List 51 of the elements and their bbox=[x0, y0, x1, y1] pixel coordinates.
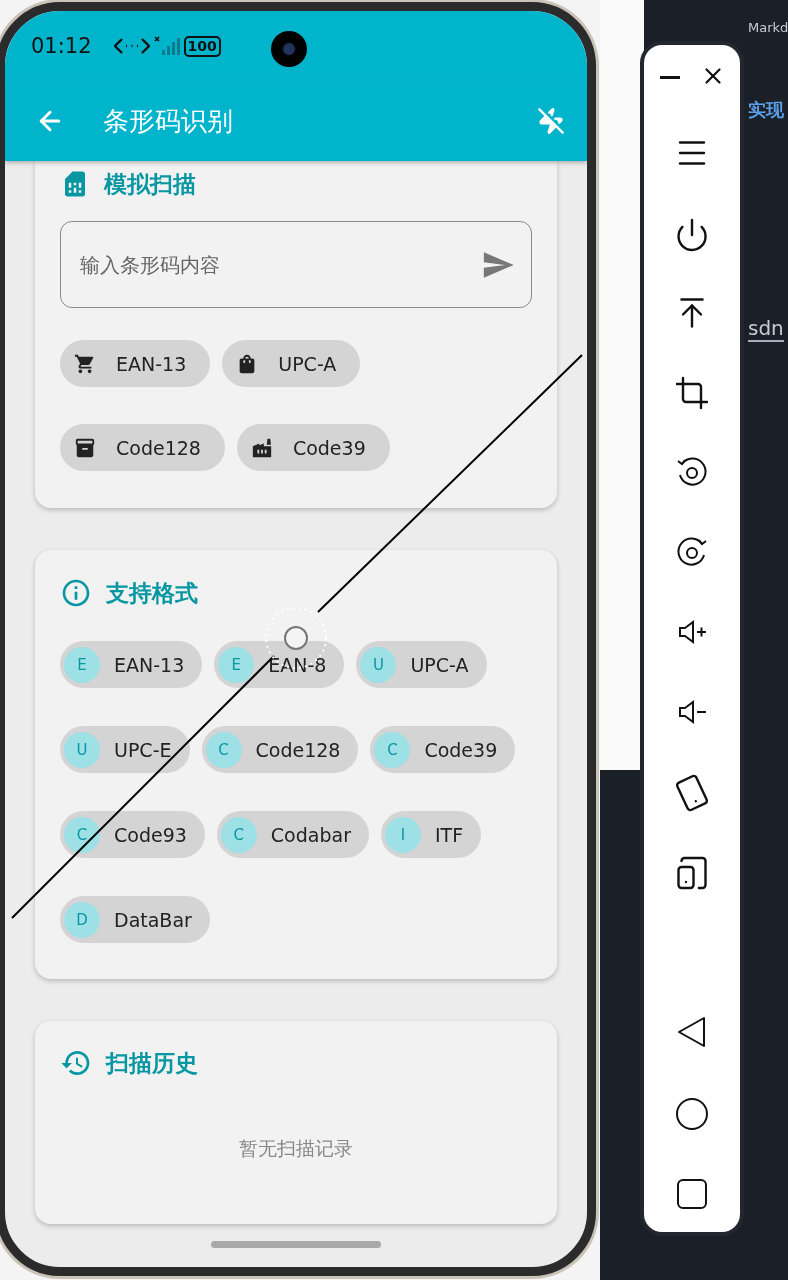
format-chip[interactable]: EAN-13 bbox=[60, 340, 211, 387]
card-title: 模拟扫描 bbox=[104, 169, 196, 199]
card-title: 扫描历史 bbox=[106, 1048, 198, 1078]
format-chip[interactable]: UPC-A bbox=[222, 340, 361, 387]
chip-avatar: I bbox=[384, 816, 421, 853]
format-chip[interactable]: Code128 bbox=[60, 424, 225, 471]
chip-avatar: E bbox=[218, 646, 255, 683]
chip-avatar: C bbox=[64, 816, 100, 853]
status-time: 01:12 bbox=[31, 34, 92, 58]
power-button[interactable] bbox=[674, 217, 710, 253]
signal-icon bbox=[153, 36, 180, 56]
format-chip[interactable]: C Code39 bbox=[370, 726, 516, 773]
minimize-icon bbox=[660, 76, 680, 79]
editor-tab[interactable]: Markd bbox=[748, 20, 788, 35]
info-icon bbox=[60, 577, 92, 609]
rotate-device-button[interactable] bbox=[674, 775, 710, 811]
code-brackets-icon bbox=[113, 36, 150, 56]
camera-hole bbox=[271, 31, 307, 67]
cart-icon bbox=[74, 352, 96, 375]
format-chip[interactable]: E EAN-8 bbox=[214, 641, 345, 688]
chip-avatar: U bbox=[360, 646, 397, 683]
chip-avatar: D bbox=[64, 901, 100, 938]
format-chip[interactable]: U UPC-E bbox=[60, 726, 190, 773]
chip-avatar: E bbox=[64, 646, 100, 683]
format-chip[interactable]: C Code93 bbox=[60, 811, 205, 858]
format-chip[interactable]: D DataBar bbox=[60, 896, 210, 943]
empty-message: 暂无扫描记录 bbox=[238, 1136, 354, 1161]
app-title: 条形码识别 bbox=[103, 104, 234, 138]
format-chip[interactable]: I ITF bbox=[380, 811, 482, 858]
barcode-input[interactable]: 输入条形码内容 bbox=[78, 251, 481, 278]
chip-avatar: C bbox=[374, 731, 411, 768]
chip-avatar: U bbox=[64, 731, 100, 768]
format-chip[interactable]: Code39 bbox=[236, 424, 390, 471]
format-chip[interactable]: C Codabar bbox=[216, 811, 369, 858]
recents-nav-button[interactable] bbox=[676, 1178, 708, 1210]
crop-button[interactable] bbox=[674, 375, 710, 411]
chip-avatar: C bbox=[220, 816, 257, 853]
editor-link[interactable]: sdn bbox=[748, 316, 784, 342]
devices-button[interactable] bbox=[674, 855, 710, 891]
battery-level: 100 bbox=[183, 35, 221, 57]
editor-heading: 实现 bbox=[748, 98, 784, 122]
card-title: 支持格式 bbox=[106, 578, 198, 608]
input-outline[interactable]: 输入条形码内容 bbox=[60, 221, 532, 308]
format-chip[interactable]: E EAN-13 bbox=[60, 641, 203, 688]
home-nav-button[interactable] bbox=[675, 1097, 709, 1131]
archive-icon bbox=[74, 436, 96, 459]
format-chip[interactable]: U UPC-A bbox=[356, 641, 487, 688]
factory-icon bbox=[250, 436, 273, 459]
chip-avatar: C bbox=[205, 731, 242, 768]
format-chip[interactable]: C Code128 bbox=[201, 726, 359, 773]
back-nav-button[interactable] bbox=[676, 1015, 708, 1049]
